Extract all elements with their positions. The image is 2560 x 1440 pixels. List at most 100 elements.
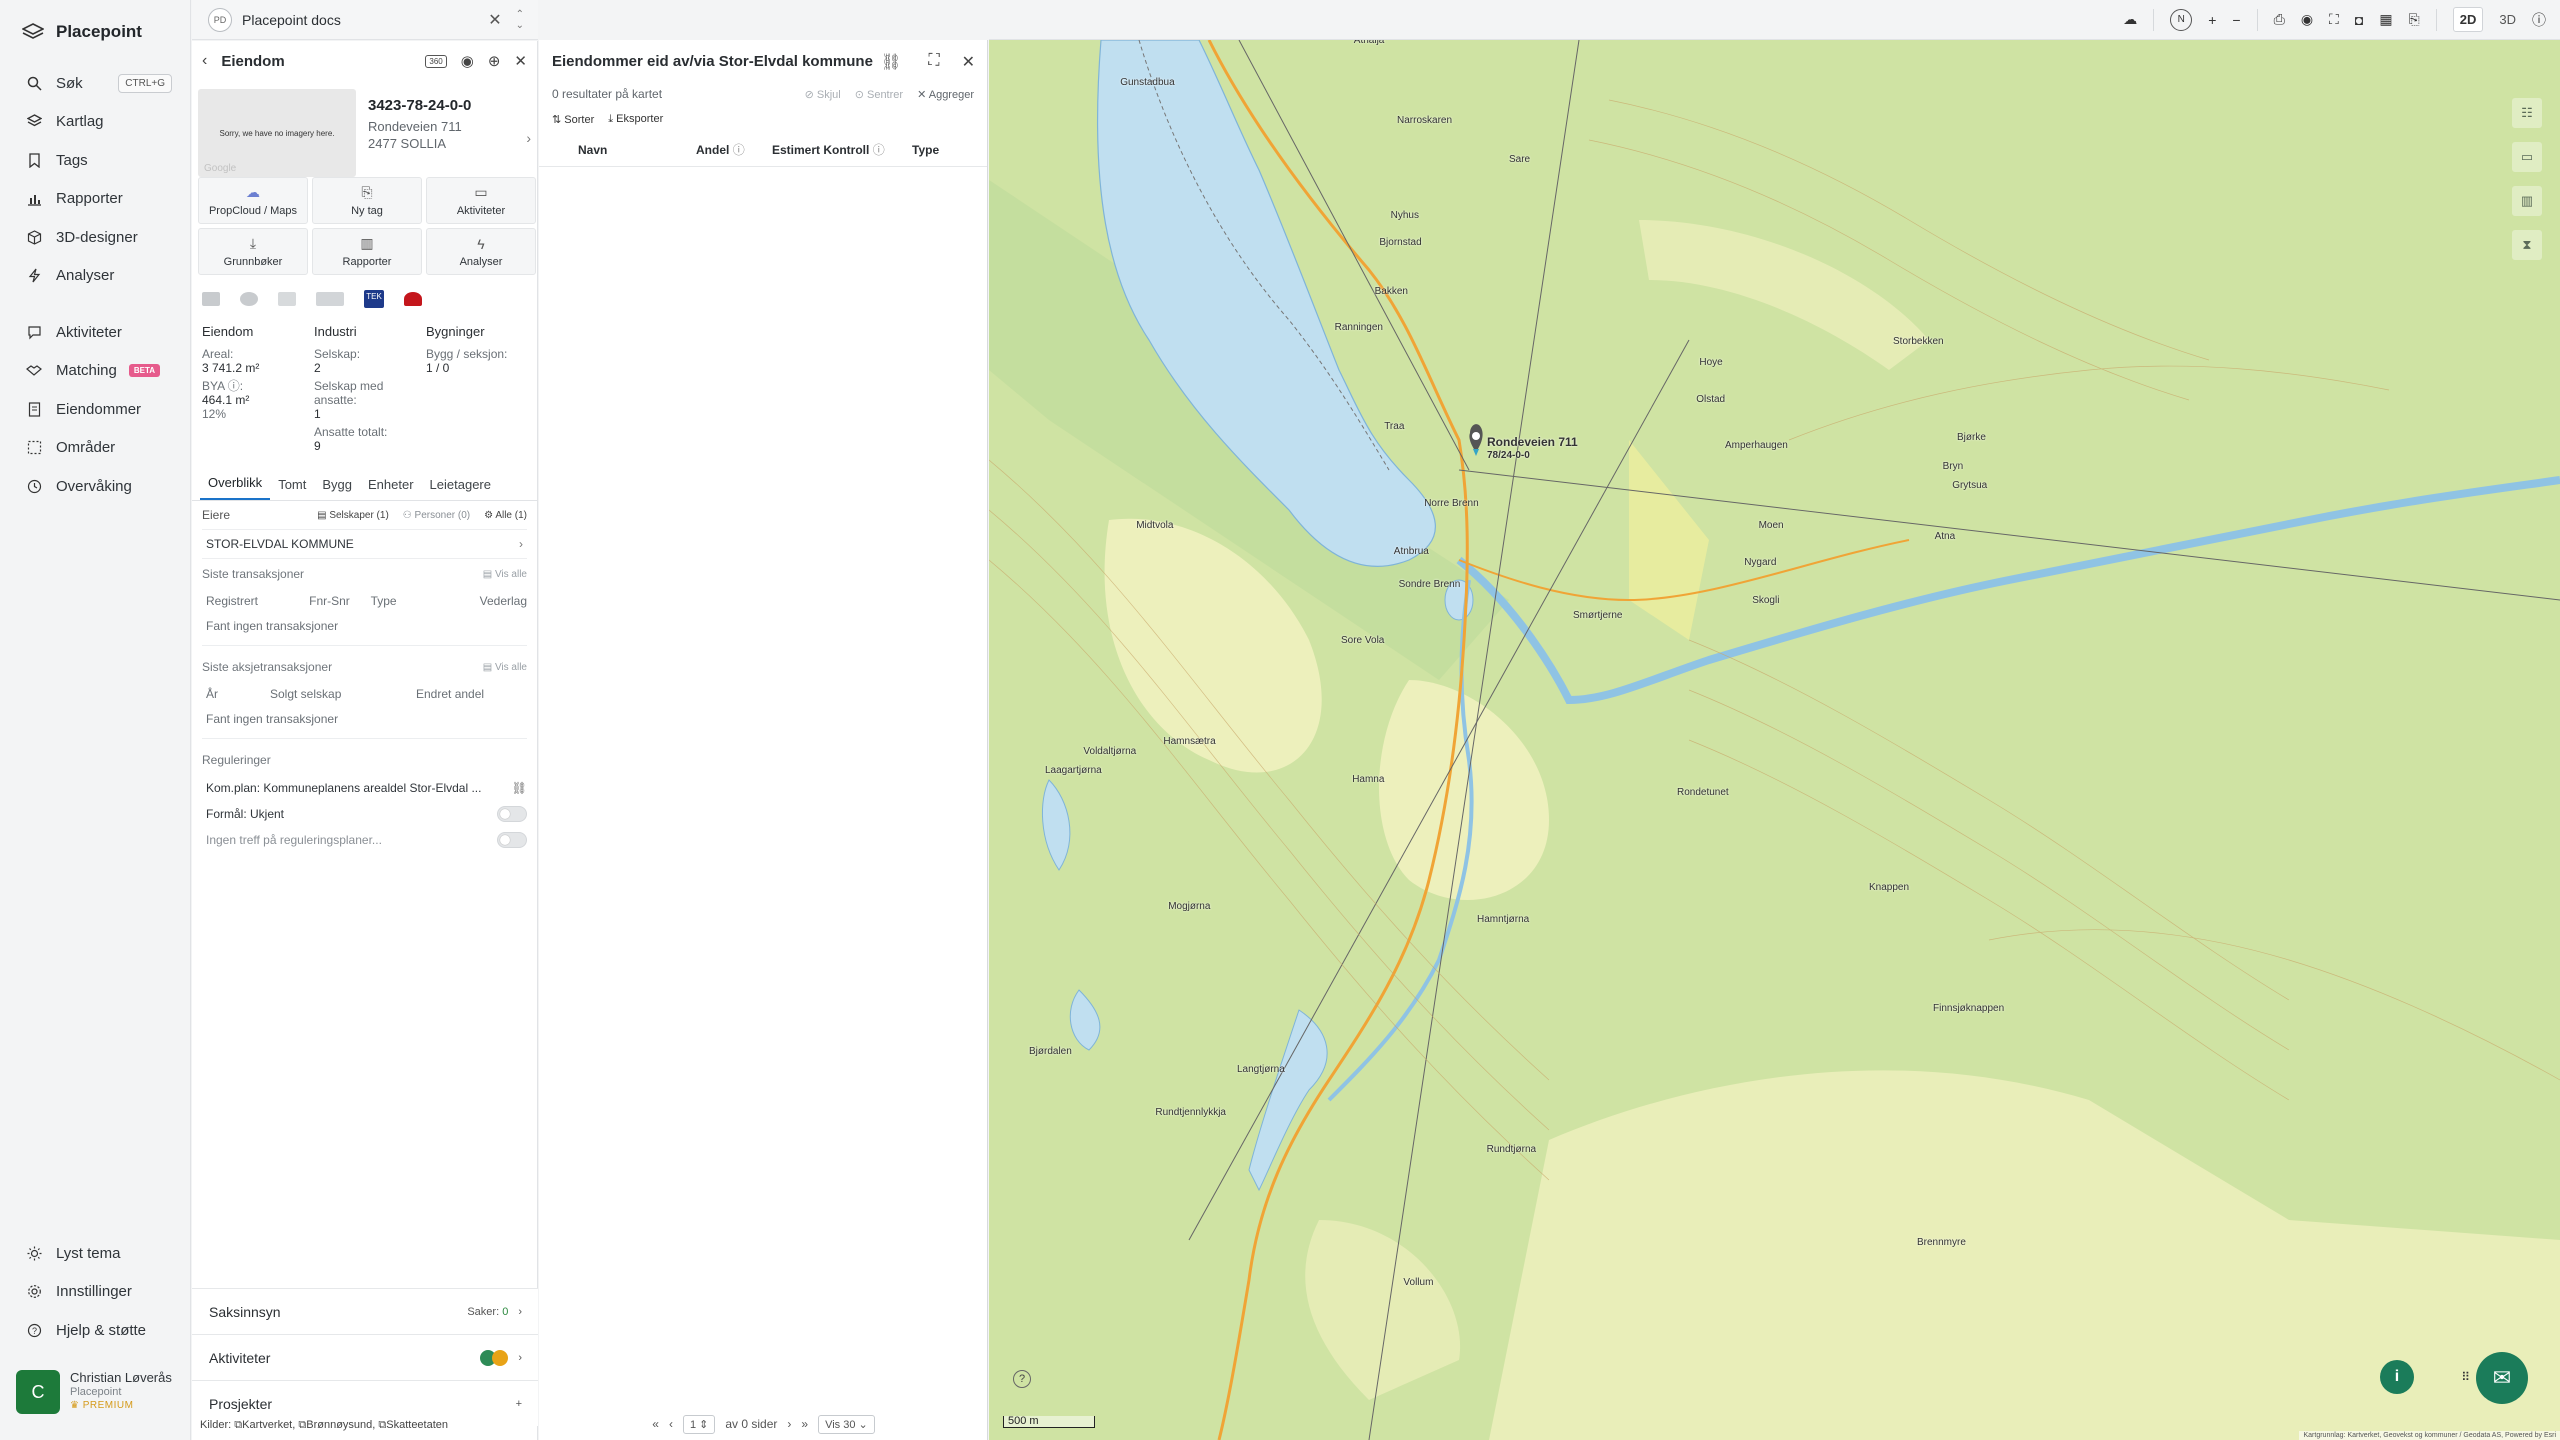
aktiviteter-row[interactable]: Aktiviteter › — [192, 1334, 538, 1380]
nav-overvaking[interactable]: Overvåking — [0, 467, 190, 506]
zoom-out-icon[interactable]: − — [2232, 12, 2240, 28]
nav-3d-designer[interactable]: 3D-designer — [0, 218, 190, 257]
add-circle-icon[interactable]: ⊕ — [488, 52, 501, 70]
street-view-360-icon[interactable]: 360 — [425, 54, 447, 68]
tab-tomt[interactable]: Tomt — [270, 477, 314, 500]
col-estimert-kontroll[interactable]: Estimert Kontroll ⓘ — [772, 141, 912, 158]
link-icon[interactable]: ⛓ — [512, 781, 527, 795]
profile-tool-icon[interactable]: ⧗ — [2512, 230, 2542, 260]
propcloud-button[interactable]: ☁ PropCloud / Maps — [198, 177, 308, 224]
nav-analyser[interactable]: Analyser — [0, 257, 190, 296]
last-page-icon[interactable]: » — [801, 1417, 808, 1431]
tab-leietagere[interactable]: Leietagere — [422, 477, 499, 500]
source-skatteetaten[interactable]: ⧉Skatteetaten — [378, 1419, 448, 1431]
nav-omrader[interactable]: Områder — [0, 429, 190, 468]
owner-row[interactable]: STOR-ELVDAL KOMMUNE › — [202, 529, 527, 559]
prev-page-icon[interactable]: ‹ — [669, 1417, 673, 1431]
eye-icon[interactable]: ◉ — [461, 52, 474, 70]
saksinnsyn-row[interactable]: Saksinnsyn Saker: 0 › — [192, 1288, 538, 1334]
help-icon[interactable]: ? — [1013, 1370, 1031, 1388]
source-kartverket[interactable]: ⧉Kartverket — [234, 1419, 292, 1431]
building-register-icon[interactable] — [202, 292, 220, 306]
grunnboker-button[interactable]: ⤓ Grunnbøker — [198, 228, 308, 275]
plus-icon[interactable]: + — [516, 1398, 522, 1410]
col-type[interactable]: Type — [912, 143, 939, 157]
chat-button[interactable]: ✉ — [2476, 1352, 2528, 1404]
info-icon[interactable]: ⓘ — [2532, 10, 2546, 30]
zoom-in-icon[interactable]: + — [2208, 12, 2216, 28]
filter-persons[interactable]: ⚇ Personer (0) — [403, 510, 470, 521]
hide-button[interactable]: ⊘ Skjul — [805, 88, 841, 101]
mode-3d-button[interactable]: 3D — [2499, 12, 2516, 27]
analyses-button[interactable]: ϟ Analyser — [426, 228, 536, 275]
next-page-icon[interactable]: › — [787, 1417, 791, 1431]
close-icon[interactable]: ✕ — [514, 52, 527, 70]
tab-enheter[interactable]: Enheter — [360, 477, 422, 500]
expand-icon[interactable]: ⛶ — [928, 52, 939, 72]
print-icon[interactable]: ⎙ — [2274, 11, 2285, 28]
formal-toggle[interactable] — [497, 806, 527, 822]
export-button[interactable]: ⤓ Eksporter — [608, 113, 663, 126]
nav-eiendommer[interactable]: Eiendommer — [0, 390, 190, 429]
house-alert-icon[interactable] — [404, 292, 422, 306]
signal-bars-icon[interactable] — [316, 292, 344, 306]
col-andel[interactable]: Andel ⓘ — [696, 141, 772, 158]
sort-button[interactable]: ⇅ Sorter — [552, 113, 594, 126]
reg-plan-toggle[interactable] — [497, 832, 527, 848]
brand[interactable]: Placepoint — [0, 0, 190, 64]
property-info[interactable]: 3423-78-24-0-0 Rondeveien 711 2477 SOLLI… — [368, 89, 531, 171]
nav-search[interactable]: Søk CTRL+G — [0, 64, 190, 103]
compass-north-icon[interactable]: N — [2170, 8, 2193, 31]
chart-tool-icon[interactable]: ▥ — [2512, 186, 2542, 216]
street-view-thumbnail[interactable]: Sorry, we have no imagery here. Google — [198, 89, 356, 177]
filter-companies[interactable]: ▤ Selskaper (1) — [317, 510, 389, 521]
center-button[interactable]: ⊙ Sentrer — [855, 88, 903, 101]
nav-tags[interactable]: Tags — [0, 141, 190, 180]
fullscreen-icon[interactable]: ⛶ — [2329, 11, 2339, 28]
vis-alle-transactions[interactable]: ▤ Vis alle — [483, 569, 527, 580]
chevron-right-icon[interactable]: › — [526, 130, 531, 146]
tab-overblikk[interactable]: Overblikk — [200, 475, 271, 500]
nav-matching[interactable]: Matching BETA — [0, 352, 190, 391]
reports-button[interactable]: ▥ Rapporter — [312, 228, 422, 275]
marker-label[interactable]: Rondeveien 711 78/24-0-0 — [1487, 436, 1578, 462]
user-profile[interactable]: C Christian Løverås Placepoint ♛ PREMIUM — [16, 1370, 186, 1422]
tab-bygg[interactable]: Bygg — [314, 477, 360, 500]
plant-icon[interactable] — [278, 292, 296, 306]
mode-2d-button[interactable]: 2D — [2452, 7, 2484, 32]
close-icon[interactable]: ✕ — [962, 52, 975, 72]
eye-icon[interactable]: ◉ — [2301, 11, 2313, 28]
source-bronnoysund[interactable]: ⧉Brønnøysund — [298, 1419, 372, 1431]
nav-lyst-tema[interactable]: Lyst tema — [0, 1234, 191, 1273]
grid-icon[interactable]: ▦ — [2379, 11, 2392, 28]
filter-all[interactable]: ⚙ Alle (1) — [484, 510, 527, 521]
first-page-icon[interactable]: « — [652, 1417, 659, 1431]
chevron-updown-icon[interactable]: ⌃ ⌄ — [516, 9, 524, 31]
nav-hjelp[interactable]: ? Hjelp & støtte — [0, 1311, 191, 1350]
col-navn[interactable]: Navn — [578, 143, 696, 157]
globe-icon[interactable] — [240, 292, 258, 306]
per-page-select[interactable]: Vis 30 ⌄ — [818, 1414, 875, 1434]
activities-button[interactable]: ▭ Aktiviteter — [426, 177, 536, 224]
doc-tab[interactable]: PD Placepoint docs ✕ ⌃ ⌄ — [192, 0, 538, 40]
ruler-icon[interactable]: ▭ — [2512, 142, 2542, 172]
nav-rapporter[interactable]: Rapporter — [0, 180, 190, 219]
map-canvas[interactable] — [989, 40, 2560, 1440]
new-tag-button[interactable]: ⎘ Ny tag — [312, 177, 422, 224]
layers-tool-icon[interactable]: ☷ — [2512, 98, 2542, 128]
regulation-plan-row[interactable]: Kom.plan: Kommuneplanens arealdel Stor-E… — [202, 775, 527, 801]
back-arrow-icon[interactable]: ‹ — [202, 52, 207, 70]
tek-icon[interactable]: TEK — [364, 290, 384, 308]
nav-aktiviteter[interactable]: Aktiviteter — [0, 313, 190, 352]
map[interactable]: Athaija Gunstadbua Narroskaren Sare Nyhus Bjo… — [989, 40, 2560, 1440]
nav-innstillinger[interactable]: Innstillinger — [0, 1273, 191, 1312]
aggregate-button[interactable]: ✕ Aggreger — [917, 88, 974, 101]
nav-kartlag[interactable]: Kartlag — [0, 103, 190, 142]
info-button[interactable]: i — [2380, 1360, 2414, 1394]
camera-icon[interactable]: ◘ — [2355, 12, 2363, 28]
drag-handle-icon[interactable]: ⠿ — [2461, 1370, 2470, 1384]
cloud-icon[interactable]: ☁ — [2123, 11, 2137, 28]
close-icon[interactable]: ✕ — [488, 10, 501, 30]
vis-alle-share[interactable]: ▤ Vis alle — [483, 662, 527, 673]
link-icon[interactable]: ⛓ — [881, 52, 901, 72]
